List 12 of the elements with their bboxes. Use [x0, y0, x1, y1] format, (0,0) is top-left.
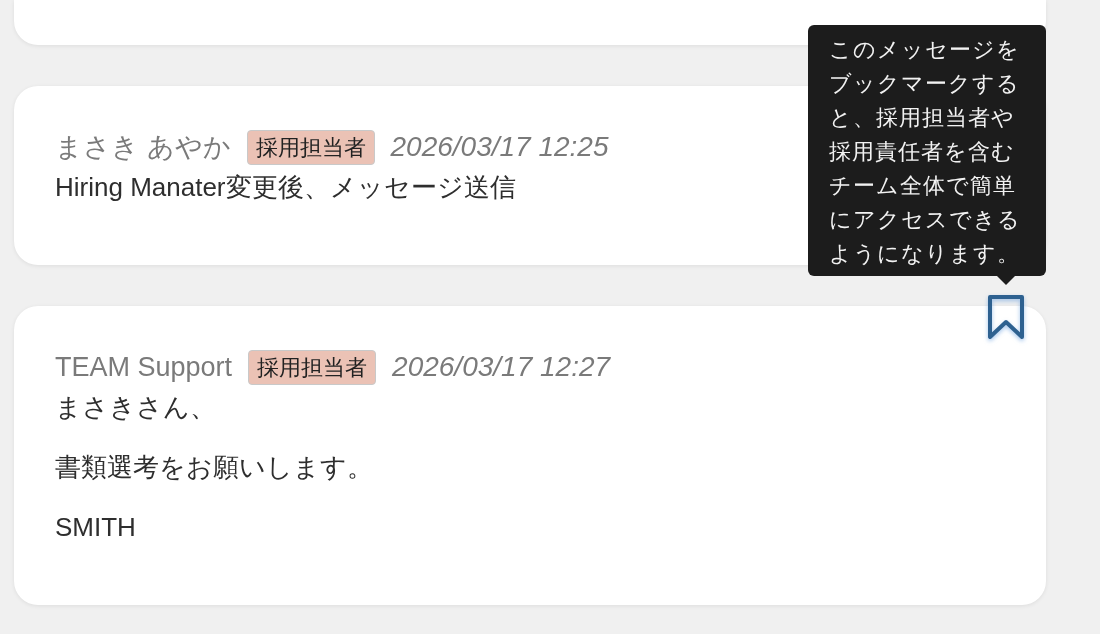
bookmark-icon[interactable]	[987, 294, 1025, 340]
timestamp: 2026/03/17 12:27	[392, 351, 611, 383]
role-badge: 採用担当者	[246, 129, 375, 165]
sender-name: TEAM Support	[55, 351, 233, 383]
message-text: SMITH	[55, 511, 136, 544]
message-text: 書類選考をお願いします。	[55, 451, 373, 484]
message-text: Hiring Manater変更後、メッセージ送信	[55, 171, 516, 204]
timestamp: 2026/03/17 12:25	[390, 131, 609, 163]
tooltip: このメッセージをブックマークすると、採用担当者や採用責任者を含むチーム全体で簡単にアクセスできるようになります。	[808, 25, 1046, 285]
sender-name: まさき あやか	[55, 131, 231, 164]
message-text: まさきさん、	[55, 391, 216, 424]
role-badge: 採用担当者	[248, 349, 377, 385]
